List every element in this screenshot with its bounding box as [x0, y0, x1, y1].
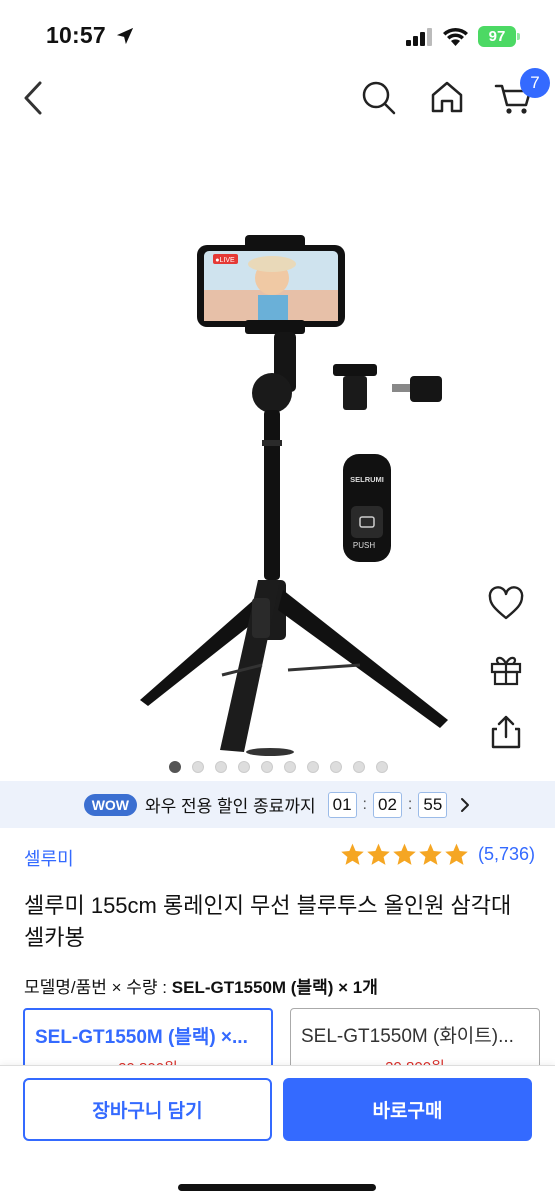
- gift-icon[interactable]: [487, 650, 525, 688]
- add-to-cart-button[interactable]: 장바구니 담기: [23, 1078, 272, 1141]
- bottom-action-bar: 장바구니 담기 바로구매: [0, 1065, 555, 1200]
- top-nav-bar: [0, 64, 555, 130]
- product-title: 셀루미 155cm 롱레인지 무선 블루투스 올인원 삼각대 셀카봉: [24, 893, 512, 950]
- remote-brand-text: SELRUMI: [350, 475, 384, 484]
- phone-image: ●LIVE: [197, 235, 345, 334]
- remote-control-image: SELRUMI PUSH: [343, 454, 391, 562]
- option-summary: 모델명/품번 × 수량 : SEL-GT1550M (블랙) × 1개: [24, 973, 378, 998]
- status-time: 10:57: [46, 22, 106, 48]
- countdown-seconds: 55: [418, 791, 448, 818]
- carousel-dot[interactable]: [192, 761, 204, 773]
- option-selected-value: SEL-GT1550M (블랙) × 1개: [171, 978, 378, 997]
- heart-icon[interactable]: [487, 585, 525, 623]
- star-icon: [393, 843, 416, 865]
- option-card-white[interactable]: SEL-GT1550M (화이트)... 29,800원: [290, 1008, 540, 1070]
- countdown-separator: :: [362, 795, 367, 813]
- carousel-dot[interactable]: [238, 761, 250, 773]
- review-count[interactable]: (5,736): [478, 844, 535, 865]
- star-icon: [367, 843, 390, 865]
- tripod-image: [140, 332, 448, 756]
- wow-discount-banner[interactable]: WOW 와우 전용 할인 종료까지 01 : 02 : 55: [0, 781, 555, 828]
- battery-level: 97: [488, 28, 506, 45]
- star-rating: [340, 842, 469, 867]
- share-icon[interactable]: [487, 713, 525, 751]
- carousel-pagination: [0, 761, 555, 777]
- star-icon: [419, 843, 442, 865]
- buy-now-button[interactable]: 바로구매: [283, 1078, 532, 1141]
- product-image[interactable]: ●LIVE SELRUMI PUSH: [0, 140, 555, 780]
- live-badge-text: ●LIVE: [215, 257, 235, 264]
- battery-indicator: 97: [478, 26, 520, 47]
- countdown-separator: :: [407, 795, 413, 813]
- carousel-dot[interactable]: [284, 761, 296, 773]
- wifi-icon: [443, 27, 468, 46]
- carousel-dot[interactable]: [261, 761, 273, 773]
- countdown-minutes: 02: [372, 791, 402, 818]
- location-arrow-icon: [116, 27, 134, 45]
- accessories-image: [333, 364, 442, 410]
- carousel-dot[interactable]: [376, 761, 388, 773]
- chevron-right-icon: [461, 797, 470, 812]
- cart-count-badge: 7: [520, 68, 550, 98]
- countdown-hours: 01: [327, 791, 357, 818]
- rating[interactable]: (5,736): [340, 842, 535, 867]
- star-icon: [341, 843, 364, 865]
- wow-banner-text: 와우 전용 할인 종료까지: [145, 797, 316, 816]
- back-arrow-icon[interactable]: [18, 78, 52, 118]
- carousel-dot[interactable]: [353, 761, 365, 773]
- brand-link[interactable]: 셀루미: [24, 845, 74, 871]
- option-label: 모델명/품번 × 수량 :: [24, 978, 168, 997]
- search-icon[interactable]: [360, 79, 398, 117]
- home-icon[interactable]: [428, 78, 466, 116]
- home-indicator: [178, 1184, 376, 1191]
- option-card-black[interactable]: SEL-GT1550M (블랙) ×... 29,800원: [23, 1008, 273, 1070]
- remote-push-text: PUSH: [353, 541, 375, 550]
- carousel-dot[interactable]: [215, 761, 227, 773]
- option-name: SEL-GT1550M (블랙) ×...: [35, 1027, 248, 1048]
- wow-badge: WOW: [83, 793, 138, 816]
- carousel-dot[interactable]: [307, 761, 319, 773]
- carousel-dot[interactable]: [169, 761, 181, 773]
- cellular-signal-icon: [406, 28, 432, 46]
- carousel-dot[interactable]: [330, 761, 342, 773]
- option-name: SEL-GT1550M (화이트)...: [301, 1026, 514, 1047]
- star-icon: [445, 843, 468, 865]
- status-bar: 10:57 97: [0, 0, 555, 64]
